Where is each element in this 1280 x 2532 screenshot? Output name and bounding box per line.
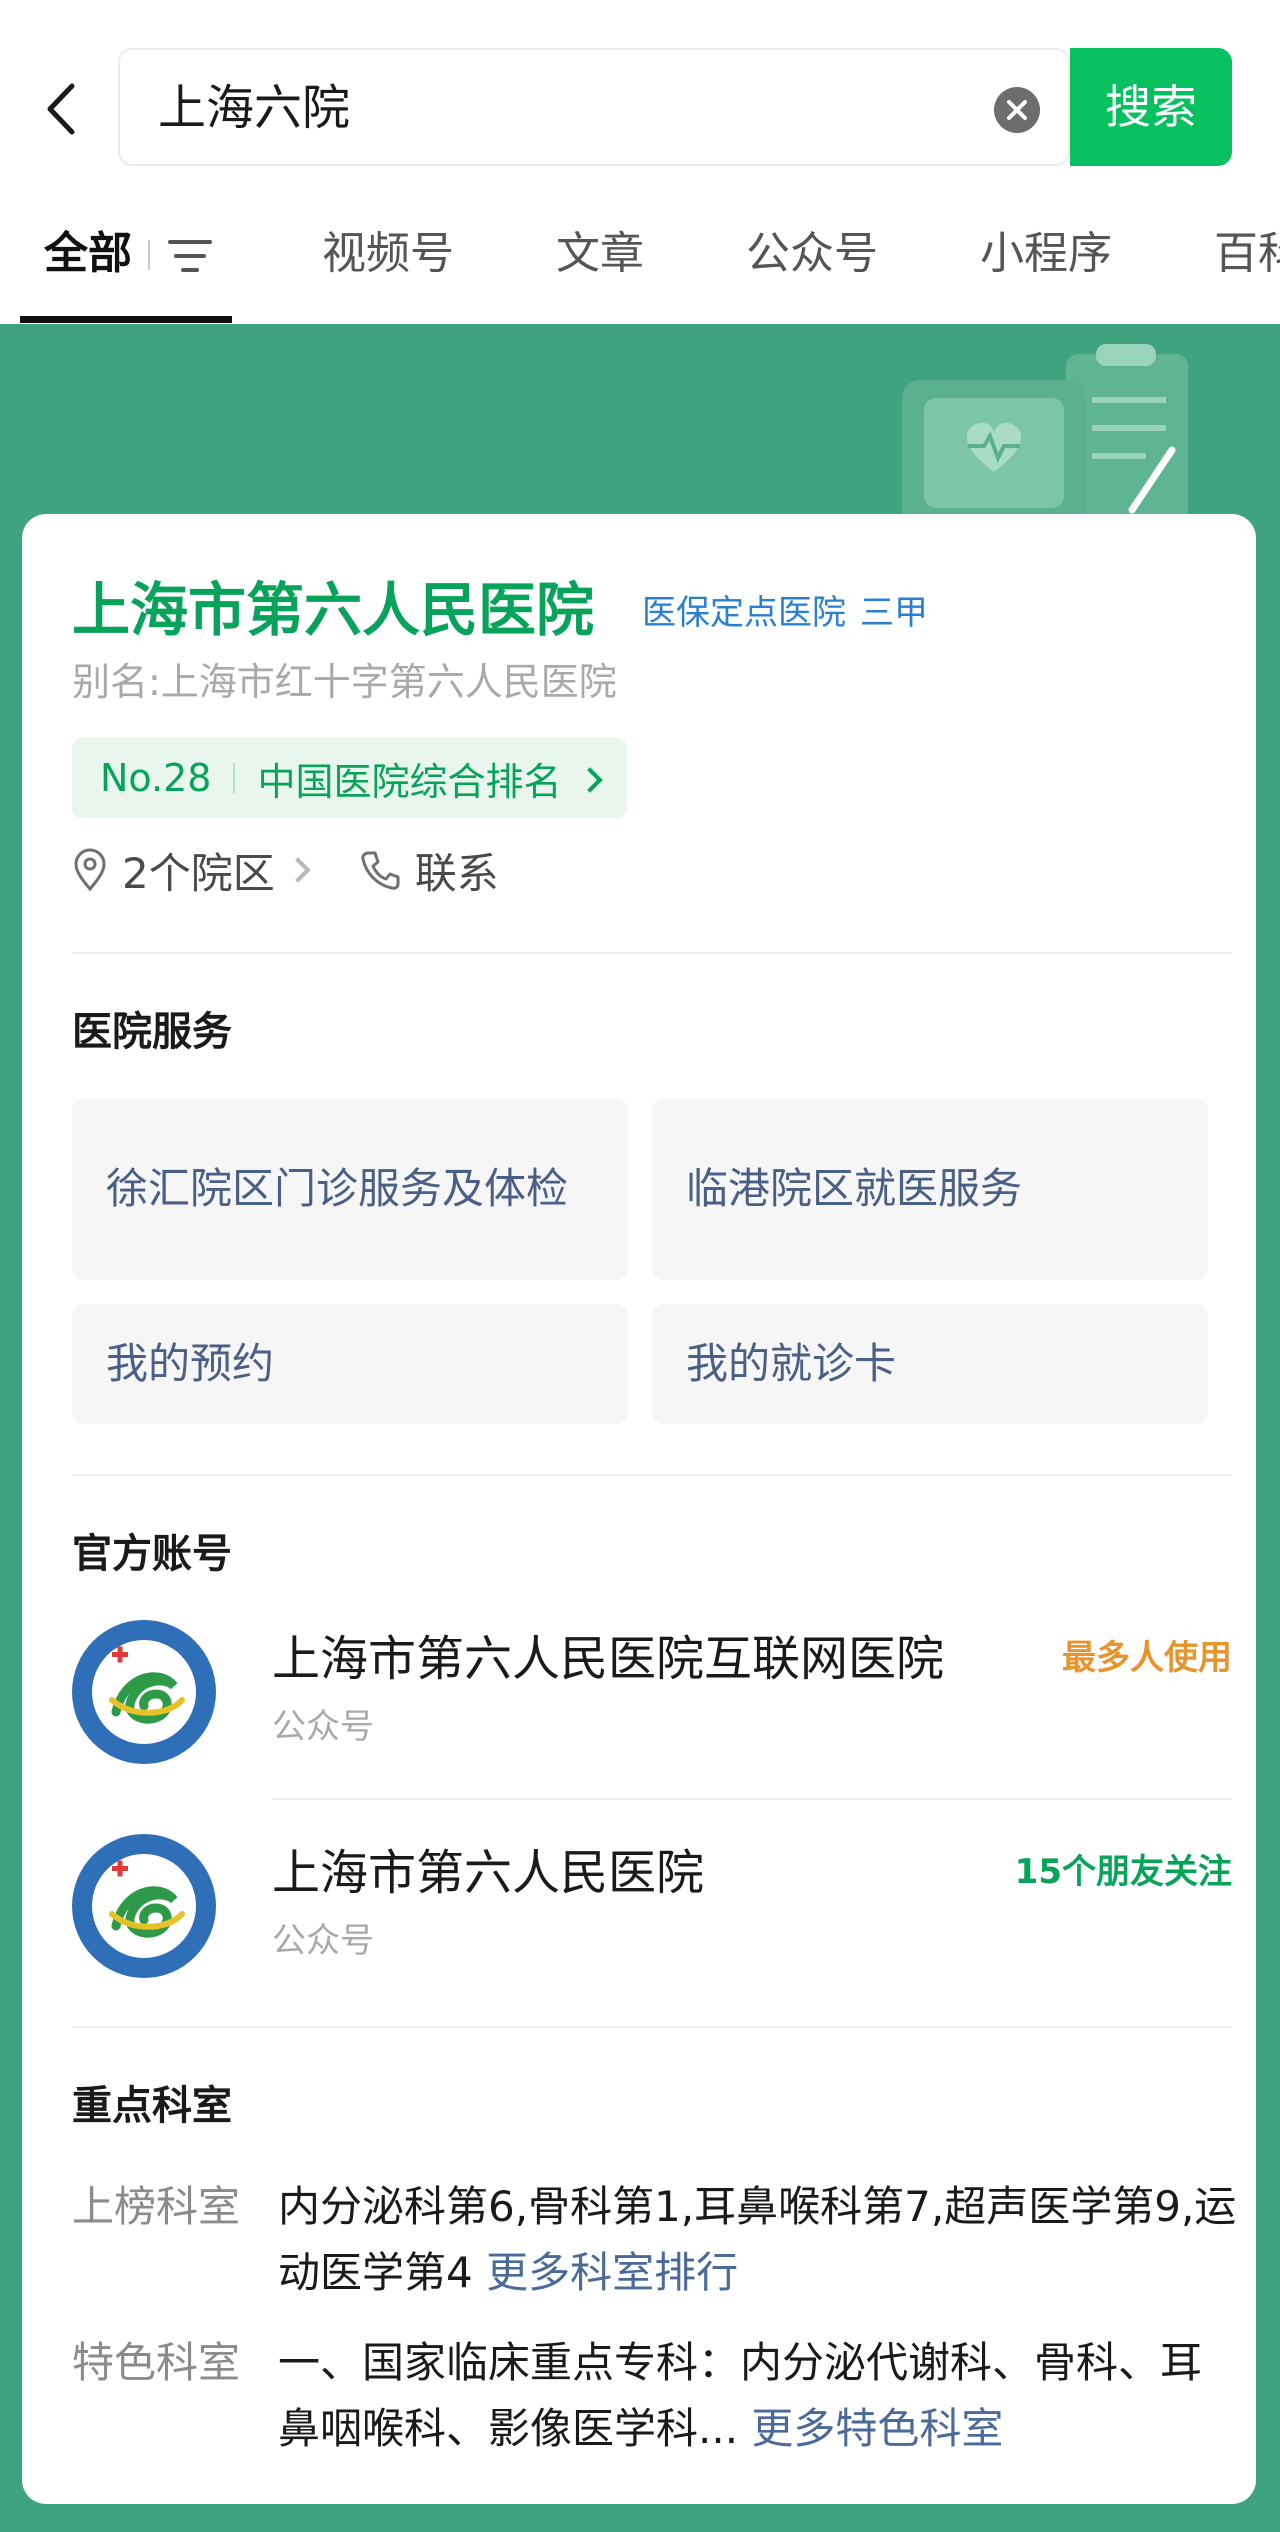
search-input[interactable]: 上海六院: [118, 48, 1070, 166]
section-divider: [72, 2026, 1232, 2028]
section-divider: [72, 952, 1232, 954]
hospital-logo-icon: [72, 1834, 216, 1978]
hospital-card: 上海市第六人民医院 医保定点医院 三甲 别名:上海市红十字第六人民医院 No.28…: [22, 514, 1256, 2504]
service-xuhui-outpatient[interactable]: 徐汇院区门诊服务及体检: [72, 1098, 628, 1280]
account-type: 公众号: [272, 1921, 374, 1961]
search-bar: 上海六院 搜索: [0, 0, 1280, 190]
service-lingang[interactable]: 临港院区就医服务: [652, 1098, 1208, 1280]
tab-video[interactable]: 视频号: [322, 224, 454, 284]
campus-link[interactable]: 2个院区: [72, 840, 311, 901]
hospital-logo-icon: [72, 1620, 216, 1764]
service-label: 我的就诊卡: [686, 1339, 897, 1388]
more-featured-link[interactable]: 更多特色科室: [751, 2404, 1003, 2453]
location-pin-icon: [74, 848, 106, 892]
account-badge: 15个朋友关注: [1014, 1852, 1232, 1892]
service-label: 徐汇院区门诊服务及体检: [106, 1164, 569, 1213]
contact-label: 联系: [414, 848, 499, 898]
dept-label: 上榜科室: [72, 2182, 241, 2231]
account-item[interactable]: 上海市第六人民医院互联网医院 公众号 最多人使用: [72, 1620, 1232, 1770]
departments-title: 重点科室: [72, 2083, 232, 2129]
chevron-right-icon: [577, 767, 604, 793]
tab-encyclopedia[interactable]: 百科: [1214, 224, 1280, 284]
dept-text: 一、国家临床重点专科：内分泌代谢科、骨科、耳鼻咽喉科、影像医学科... 更多特色…: [278, 2330, 1238, 2462]
rank-label: 中国医院综合排名: [257, 759, 562, 804]
tab-divider: [148, 240, 150, 270]
featured-list: 一、国家临床重点专科：内分泌代谢科、骨科、耳鼻咽喉科、影像医学科...: [278, 2338, 1203, 2453]
tab-active-indicator: [20, 316, 232, 323]
account-type: 公众号: [272, 1707, 374, 1747]
tag-grade: 三甲: [860, 593, 928, 633]
phone-icon: [361, 851, 400, 890]
dept-text: 内分泌科第6,骨科第1,耳鼻喉科第7,超声医学第9,运动医学第4 更多科室排行: [278, 2174, 1238, 2306]
service-my-appointments[interactable]: 我的预约: [72, 1304, 628, 1424]
service-label: 临港院区就医服务: [686, 1164, 1023, 1213]
services-title: 医院服务: [72, 1009, 232, 1055]
ranking-badge[interactable]: No.28 中国医院综合排名: [72, 738, 628, 818]
tab-all[interactable]: 全部: [44, 224, 132, 284]
tag-insurance: 医保定点医院: [642, 593, 846, 633]
service-my-card[interactable]: 我的就诊卡: [652, 1304, 1208, 1424]
hospital-meta: 2个院区 联系: [72, 840, 499, 900]
clear-icon[interactable]: [994, 87, 1040, 133]
back-icon[interactable]: [38, 74, 88, 144]
accounts-title: 官方账号: [72, 1531, 232, 1577]
account-badge: 最多人使用: [1062, 1638, 1232, 1678]
contact-link[interactable]: 联系: [359, 840, 499, 901]
hospital-name[interactable]: 上海市第六人民医院: [72, 570, 594, 650]
more-rankings-link[interactable]: 更多科室排行: [486, 2248, 738, 2297]
featured-departments: 特色科室 一、国家临床重点专科：内分泌代谢科、骨科、耳鼻咽喉科、影像医学科...…: [72, 2330, 1232, 2462]
account-name: 上海市第六人民医院: [272, 1845, 705, 1901]
medical-record-icon: [896, 340, 1196, 530]
tab-official-accounts[interactable]: 公众号: [746, 224, 878, 284]
hospital-alias: 别名:上海市红十字第六人民医院: [72, 660, 617, 704]
chevron-right-icon: [285, 857, 311, 883]
search-button[interactable]: 搜索: [1070, 48, 1232, 166]
list-divider: [272, 1798, 1232, 1800]
search-query: 上海六院: [158, 80, 351, 136]
tab-mini-programs[interactable]: 小程序: [980, 224, 1112, 284]
ranked-list: 内分泌科第6,骨科第1,耳鼻喉科第7,超声医学第9,运动医学第4: [278, 2182, 1237, 2297]
rank-divider: [233, 763, 236, 793]
dept-label: 特色科室: [72, 2338, 241, 2387]
ranked-departments: 上榜科室 内分泌科第6,骨科第1,耳鼻喉科第7,超声医学第9,运动医学第4 更多…: [72, 2174, 1236, 2306]
campus-count: 2个院区: [122, 848, 275, 898]
tab-bar: 全部 视频号 文章 公众号 小程序 百科: [0, 190, 1280, 324]
tab-articles[interactable]: 文章: [556, 224, 644, 284]
rank-number: No.28: [100, 756, 212, 800]
filter-icon[interactable]: [168, 236, 212, 276]
account-name: 上海市第六人民医院互联网医院: [272, 1631, 945, 1687]
section-divider: [72, 1474, 1232, 1476]
hospital-tags: 医保定点医院 三甲: [642, 578, 942, 648]
service-label: 我的预约: [106, 1339, 275, 1388]
account-item[interactable]: 上海市第六人民医院 公众号 15个朋友关注: [72, 1834, 1232, 1984]
